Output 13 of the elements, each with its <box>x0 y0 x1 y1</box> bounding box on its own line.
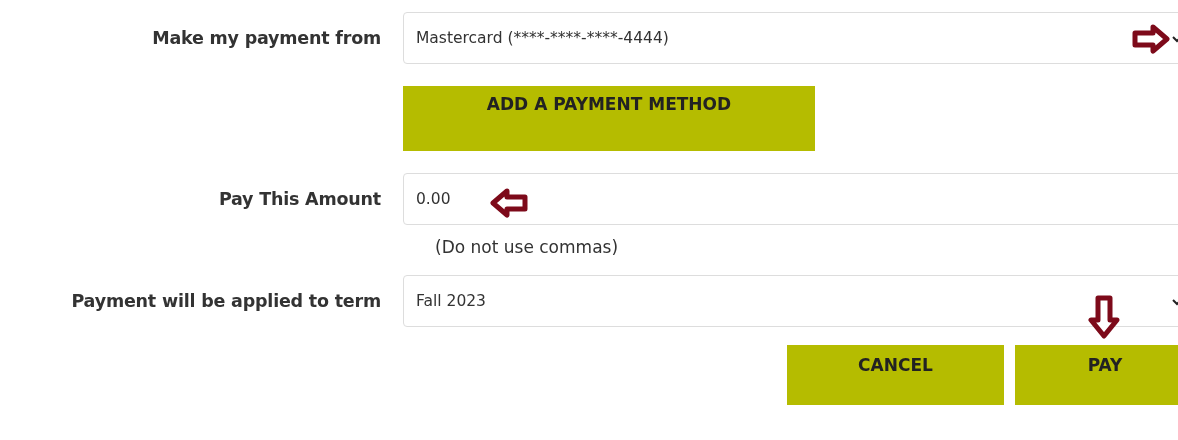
pay-button[interactable]: PAY <box>1015 345 1178 405</box>
hint-text: (Do not use commas) <box>435 237 619 257</box>
add-payment-method-button[interactable]: ADD A PAYMENT METHOD <box>403 86 815 151</box>
arrow-down-icon <box>1088 295 1120 339</box>
input-field[interactable]: 0.00 <box>403 173 1178 225</box>
cancel-button[interactable]: CANCEL <box>787 345 1004 405</box>
arrow-left-icon <box>488 188 528 218</box>
field-label: Make my payment from <box>151 28 381 48</box>
arrow-right-icon <box>1132 24 1170 54</box>
select-field[interactable]: Fall 2023 <box>403 275 1178 327</box>
field-label: Payment will be applied to term <box>70 291 381 311</box>
select-field[interactable]: Mastercard (****-****-****-4444) <box>403 12 1178 64</box>
field-label: Pay This Amount <box>217 189 381 209</box>
